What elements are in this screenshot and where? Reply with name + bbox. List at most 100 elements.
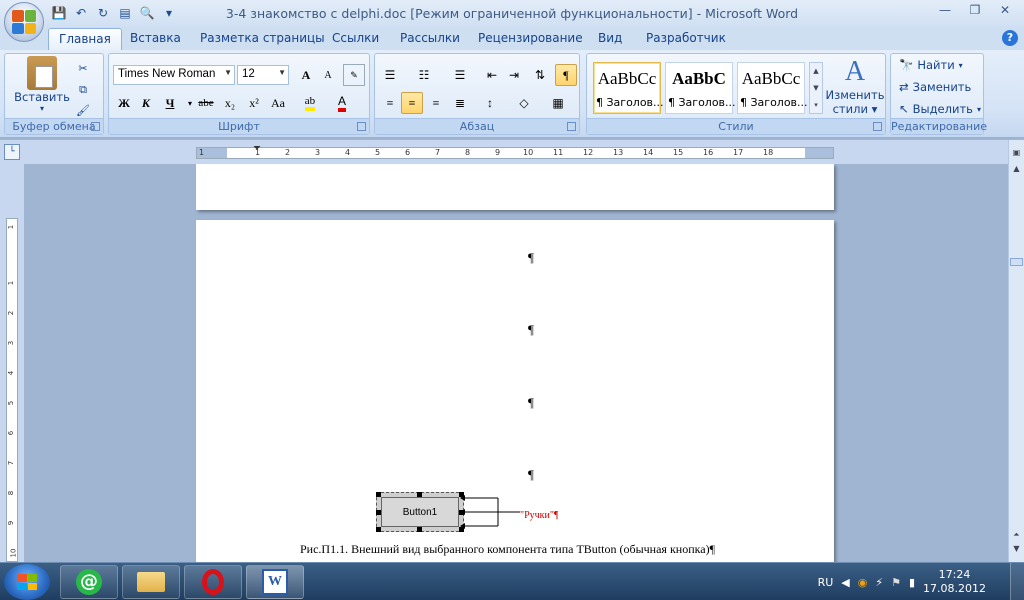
shading-icon[interactable]: ◇ [513,92,535,114]
tray-expand-icon[interactable]: ◀ [841,576,849,589]
select-button[interactable]: ↖ Выделить ▾ [899,102,981,116]
subscript-button[interactable]: x₂ [219,92,241,114]
office-button[interactable] [4,2,44,42]
current-page[interactable]: ¶ ¶ ¶ ¶ Button1 "Ручки"¶ Рис.П1.1. Внешн… [196,220,834,562]
vertical-scrollbar[interactable]: ▣ ▲ ⏶ ▼ [1008,140,1024,562]
previous-page[interactable] [196,164,834,210]
font-name-combo[interactable]: Times New Roman ▼ [113,65,235,85]
align-center-icon[interactable]: ≡ [401,92,423,114]
tab-view[interactable]: Вид [588,28,632,50]
change-styles-button[interactable]: A Изменить стили ▾ [825,56,885,116]
indent-marker-icon[interactable]: ⏷ [253,143,261,154]
dialog-launcher-icon[interactable] [91,122,100,131]
flag-icon[interactable]: ⚑ [891,576,901,589]
borders-icon[interactable]: ▦ [547,92,569,114]
align-right-icon[interactable]: ≡ [425,92,447,114]
tab-developer[interactable]: Разработчик [636,28,736,50]
font-size-value: 12 [242,68,255,80]
copy-icon[interactable]: ⧉ [73,80,93,100]
bullets-icon[interactable]: ☰ [379,64,401,86]
paste-button[interactable]: Вставить ▾ [11,56,73,113]
align-left-icon[interactable]: ≡ [379,92,401,114]
paste-label: Вставить [14,90,70,104]
close-button[interactable]: ✕ [990,0,1020,20]
style-name: ¶ Заголов... [596,96,664,109]
document-area[interactable]: ¶ ¶ ¶ ¶ Button1 "Ручки"¶ Рис.П1.1. Внешн… [24,164,1008,562]
ruler-number: 1 [199,148,205,157]
tab-home[interactable]: Главная [48,28,122,50]
tab-selector-icon[interactable]: └ [4,144,20,160]
scroll-up-icon[interactable]: ▲ [1010,164,1023,178]
style-heading-2[interactable]: AaBbC ¶ Заголов... [665,62,736,114]
vertical-ruler-strip[interactable]: 1 1 2 3 4 5 6 7 8 9 10 [6,218,18,562]
windows-logo-icon [17,574,37,590]
numbering-icon[interactable]: ☷ [413,64,435,86]
language-indicator[interactable]: RU [818,576,834,589]
embedded-button-image[interactable]: Button1 [376,492,464,532]
sort-icon[interactable]: ⇅ [529,64,551,86]
paragraph-group-label: Абзац [375,118,579,134]
dialog-launcher-icon[interactable] [567,122,576,131]
taskbar-opera[interactable] [184,565,242,599]
font-size-combo[interactable]: 12 ▼ [237,65,289,85]
dialog-launcher-icon[interactable] [873,122,882,131]
change-styles-sublabel: стили [832,102,868,116]
help-icon[interactable]: ? [1002,30,1018,46]
ruler-number: 1 [7,280,16,286]
superscript-button[interactable]: x² [243,92,265,114]
scroll-thumb[interactable] [1010,258,1023,266]
cut-icon[interactable]: ✂ [73,58,93,78]
taskbar-word[interactable]: W [246,565,304,599]
style-heading-3[interactable]: AaBbCc ¶ Заголов... [737,62,808,114]
clear-format-button[interactable]: ✎ [343,64,365,86]
change-styles-label-2: стили ▾ [832,102,878,116]
taskbar-mail-agent[interactable]: @ [60,565,118,599]
line-spacing-icon[interactable]: ↕ [479,92,501,114]
tab-mailings[interactable]: Рассылки [390,28,470,50]
bold-button[interactable]: Ж [113,92,135,114]
underline-button[interactable]: Ч [159,92,181,114]
styles-scroll[interactable]: ▲ ▼ ▾ [809,62,823,114]
highlight-icon[interactable]: ab [299,92,321,114]
usb-icon[interactable]: ⚡ [875,576,883,589]
ruler-strip[interactable]: 1 1 2 3 4 5 6 7 8 9 10 11 12 13 14 15 16… [196,143,834,159]
font-color-icon[interactable]: A [331,92,353,114]
decrease-indent-icon[interactable]: ⇤ [481,64,503,86]
ruler-number: 6 [405,148,411,157]
figure-caption: Рис.П1.1. Внешний вид выбранного компоне… [300,542,716,556]
scroll-down-icon[interactable]: ▼ [1010,544,1023,558]
show-formatting-marks-icon[interactable]: ¶ [555,64,577,86]
dialog-launcher-icon[interactable] [357,122,366,131]
shrink-font-button[interactable]: A [317,64,339,86]
restore-button[interactable]: ❐ [960,0,990,20]
minimize-button[interactable]: — [930,0,960,20]
format-painter-icon[interactable]: 🖌 [73,100,93,120]
italic-button[interactable]: К [135,92,157,114]
change-case-button[interactable]: Aa [267,92,289,114]
chevron-down-icon: ▾ [958,60,963,70]
tab-page-layout[interactable]: Разметка страницы [190,28,335,50]
clock[interactable]: 17:24 17.08.2012 [923,568,986,596]
start-button[interactable] [4,564,50,600]
find-button[interactable]: 🔭 Найти ▾ [899,58,963,72]
tab-review[interactable]: Рецензирование [468,28,593,50]
antivirus-icon[interactable]: ◉ [858,576,868,589]
tab-insert[interactable]: Вставка [120,28,191,50]
ruler-number: 16 [703,148,714,157]
increase-indent-icon[interactable]: ⇥ [503,64,525,86]
paragraph-mark: ¶ [528,250,534,265]
find-label: Найти [917,58,955,72]
justify-icon[interactable]: ≣ [449,92,471,114]
tab-references[interactable]: Ссылки [322,28,389,50]
grow-font-button[interactable]: A [295,64,317,86]
strikethrough-button[interactable]: abe [195,92,217,114]
style-heading-1[interactable]: AaBbCc ¶ Заголов... [593,62,664,114]
previous-page-icon[interactable]: ⏶ [1010,530,1023,544]
network-icon[interactable]: ▮ [909,576,915,589]
multilevel-list-icon[interactable]: ☰ [449,64,471,86]
vertical-ruler: 1 1 2 3 4 5 6 7 8 9 10 [0,164,24,562]
ruler-toggle-icon[interactable]: ▣ [1010,148,1023,162]
replace-button[interactable]: ⇄ Заменить [899,80,971,94]
show-desktop-button[interactable] [1010,563,1024,600]
taskbar-explorer[interactable] [122,565,180,599]
